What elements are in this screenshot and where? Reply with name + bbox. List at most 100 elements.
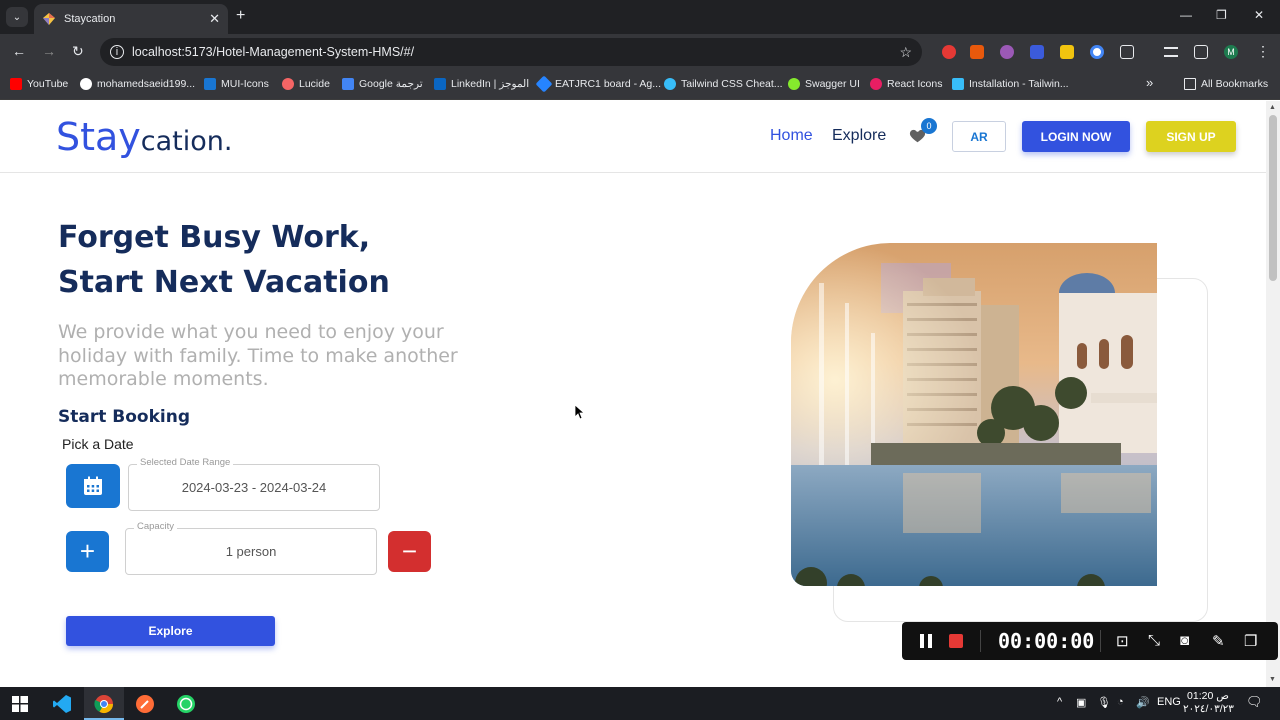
screenshot-region-icon[interactable]: ⊡	[1116, 632, 1129, 650]
bookmarks-overflow-button[interactable]: »	[1146, 75, 1153, 90]
reading-list-icon[interactable]	[1164, 47, 1178, 57]
bookmark-item[interactable]: YouTube	[10, 78, 68, 90]
vscode-icon[interactable]	[48, 691, 76, 716]
site-logo[interactable]: Staycation.	[56, 115, 233, 159]
hero-title: Forget Busy Work, Start Next Vacation	[58, 220, 390, 300]
site-header: Staycation. Home Explore 0 AR LOGIN NOW …	[0, 101, 1266, 173]
scroll-up-icon[interactable]: ▲	[1269, 104, 1276, 111]
extensions-puzzle-icon[interactable]	[1120, 45, 1134, 59]
nav-explore-link[interactable]: Explore	[832, 127, 886, 145]
linkedin-icon	[434, 78, 446, 90]
start-booking-heading: Start Booking	[58, 407, 190, 427]
react-icons-icon	[870, 78, 882, 90]
camera-icon[interactable]: ◙	[1180, 632, 1189, 649]
profile-avatar[interactable]: M	[1224, 45, 1238, 59]
extension-icon[interactable]	[1030, 45, 1044, 59]
divider	[1100, 630, 1101, 652]
extension-icon[interactable]	[970, 45, 984, 59]
capacity-field[interactable]: Capacity 1 person	[125, 521, 377, 575]
date-range-label: Selected Date Range	[137, 457, 234, 468]
bookmark-item[interactable]: Swagger UI	[788, 78, 860, 90]
scrollbar-thumb[interactable]	[1269, 115, 1277, 281]
signup-button[interactable]: SIGN UP	[1146, 121, 1236, 152]
explore-button[interactable]: Explore	[66, 616, 275, 646]
bookmark-item[interactable]: MUI-Icons	[204, 78, 269, 90]
browser-toolbar: ← → ↻ i localhost:5173/Hotel-Management-…	[0, 34, 1280, 70]
bookmark-item[interactable]: LinkedIn | الموجز	[434, 78, 529, 90]
bookmark-item[interactable]: React Icons	[870, 78, 942, 90]
language-toggle-button[interactable]: AR	[952, 121, 1006, 152]
nav-home-link[interactable]: Home	[770, 127, 813, 145]
bookmark-item[interactable]: Google ترجمة	[342, 78, 423, 90]
stop-icon[interactable]	[949, 634, 963, 648]
extension-icon[interactable]	[942, 45, 956, 59]
pen-icon[interactable]: ✎	[1212, 632, 1225, 650]
new-tab-button[interactable]: +	[236, 7, 245, 25]
forward-icon[interactable]: →	[42, 43, 56, 59]
bookmark-item[interactable]: EATJRC1 board - Ag...	[535, 75, 661, 93]
bookmark-item[interactable]: mohamedsaeid199...	[80, 78, 195, 90]
favorites-count-badge: 0	[921, 118, 937, 134]
extension-icon[interactable]	[1000, 45, 1014, 59]
volume-icon[interactable]: 🔊	[1136, 696, 1150, 709]
tray-app-icon[interactable]: ▣	[1076, 696, 1086, 709]
url-text[interactable]: localhost:5173/Hotel-Management-System-H…	[132, 45, 899, 59]
hero-hotel-image	[791, 243, 1157, 586]
pause-icon[interactable]	[920, 634, 932, 648]
chrome-icon[interactable]	[90, 691, 118, 716]
date-range-field[interactable]: Selected Date Range 2024-03-23 - 2024-03…	[128, 457, 380, 511]
notifications-icon[interactable]: 🗨	[1246, 694, 1263, 710]
bookmark-item[interactable]: Installation - Tailwin...	[952, 78, 1069, 90]
menu-kebab-icon[interactable]: ⋮	[1256, 43, 1270, 60]
decrease-capacity-button[interactable]: −	[388, 531, 431, 572]
all-bookmarks-button[interactable]: All Bookmarks	[1184, 78, 1268, 90]
minimize-icon[interactable]: —	[1180, 8, 1192, 22]
minus-icon: −	[401, 536, 418, 566]
clock-date: ٢٠٢٤/٠٣/٢٣	[1183, 703, 1234, 715]
close-window-icon[interactable]: ✕	[1254, 8, 1264, 22]
calendar-button[interactable]	[66, 464, 120, 508]
bookmark-star-icon[interactable]: ☆	[899, 44, 912, 61]
increase-capacity-button[interactable]: +	[66, 531, 109, 572]
hero-subtitle: We provide what you need to enjoy your h…	[58, 321, 458, 390]
mouse-cursor-icon	[575, 405, 585, 420]
system-clock[interactable]: 01:20 ص ٢٠٢٤/٠٣/٢٣	[1183, 690, 1234, 716]
tailwind-icon	[952, 78, 964, 90]
mui-icon	[204, 78, 216, 90]
network-icon[interactable]: ◔	[1117, 696, 1124, 708]
extension-icon[interactable]	[1060, 45, 1074, 59]
scroll-down-icon[interactable]: ▼	[1269, 676, 1276, 683]
plus-icon: +	[79, 536, 96, 566]
hotel-photo	[791, 243, 1157, 586]
whatsapp-icon[interactable]	[172, 691, 200, 716]
translate-extension-icon[interactable]	[1090, 45, 1104, 59]
collapse-icon[interactable]: ⤡	[1148, 632, 1160, 649]
tab-close-icon[interactable]: ✕	[209, 11, 220, 27]
tab-search-button[interactable]: ⌄	[6, 7, 28, 27]
postman-icon[interactable]	[131, 691, 159, 716]
input-language[interactable]: ENG	[1157, 696, 1181, 708]
login-button[interactable]: LOGIN NOW	[1022, 121, 1130, 152]
microphone-icon[interactable]: 🎙	[1097, 696, 1111, 709]
browser-tab[interactable]: Staycation ✕	[34, 4, 228, 34]
bookmarks-bar: YouTube mohamedsaeid199... MUI-Icons Luc…	[0, 70, 1280, 100]
swagger-icon	[788, 78, 800, 90]
window-icon[interactable]: ❐	[1244, 632, 1257, 650]
pick-date-label: Pick a Date	[62, 436, 134, 452]
bookmark-item[interactable]: Lucide	[282, 78, 330, 90]
side-panel-icon[interactable]	[1194, 45, 1208, 59]
site-info-icon[interactable]: i	[110, 45, 124, 59]
back-icon[interactable]: ←	[12, 43, 26, 59]
date-range-value: 2024-03-23 - 2024-03-24	[181, 480, 327, 495]
tray-overflow-icon[interactable]: ^	[1057, 696, 1062, 708]
page-scrollbar[interactable]: ▲ ▼	[1266, 101, 1280, 687]
windows-start-icon[interactable]	[6, 691, 34, 716]
github-icon	[80, 78, 92, 90]
reload-icon[interactable]: ↻	[72, 43, 84, 60]
bookmark-item[interactable]: Tailwind CSS Cheat...	[664, 78, 783, 90]
recording-timer: 00:00:00	[998, 629, 1095, 653]
tab-title: Staycation	[64, 13, 116, 25]
maximize-icon[interactable]: ❐	[1216, 8, 1227, 22]
calendar-icon	[84, 476, 102, 495]
address-bar[interactable]: i localhost:5173/Hotel-Management-System…	[100, 38, 922, 66]
